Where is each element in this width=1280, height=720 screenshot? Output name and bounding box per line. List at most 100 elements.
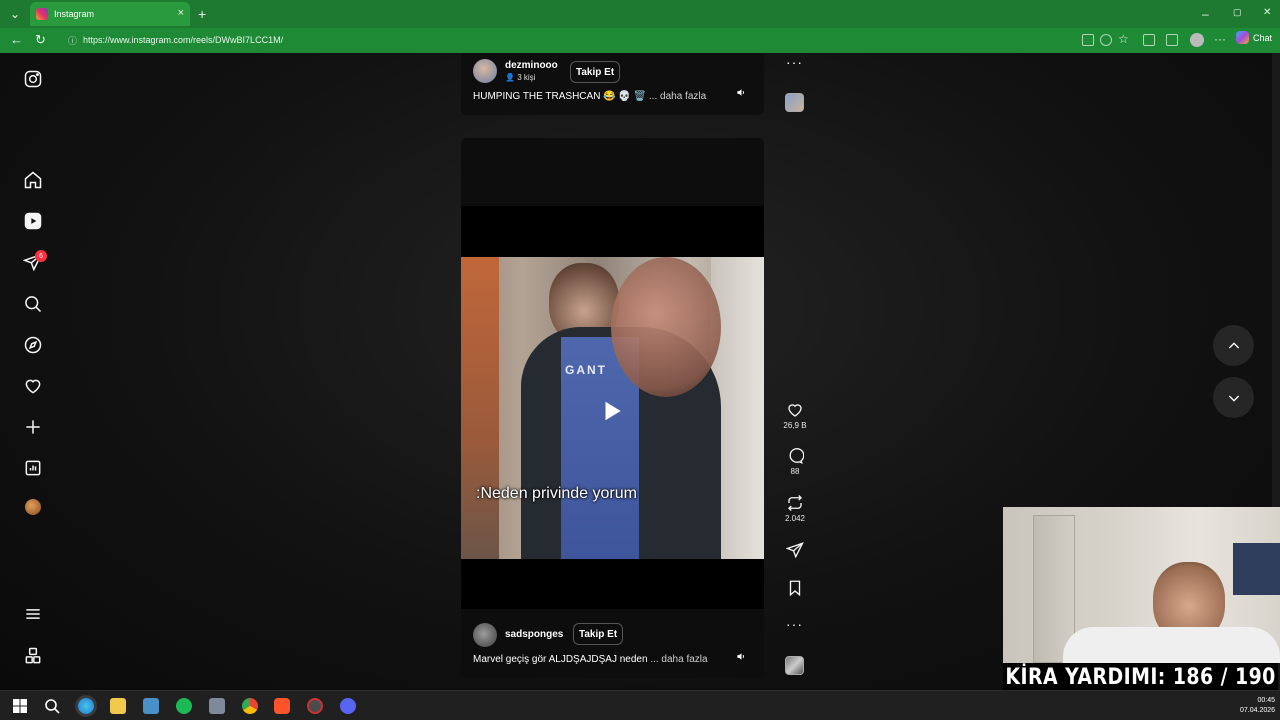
top-reel-audience-text: 3 kişi [517,73,536,82]
brave-icon[interactable] [274,698,290,714]
window-maximize-button[interactable]: ▢ [1233,8,1242,17]
like-count: 26,9 B [783,421,807,430]
reel-avatar[interactable] [473,623,497,647]
more-menu-icon[interactable] [22,603,44,625]
search-icon[interactable] [22,293,44,315]
edge-browser-icon[interactable] [78,698,94,714]
comment-icon [789,448,804,464]
share-button[interactable] [784,541,806,559]
clock-date: 07.04.2026 [1240,707,1276,714]
profile-avatar-icon[interactable] [22,496,44,518]
video-letterbox-bottom [461,559,764,609]
rent-support-counter: KİRA YARDIMI: 186 / 190 [1003,663,1279,691]
repost-button[interactable]: 2.042 [784,494,806,523]
browser-tab-bar [0,0,1280,28]
spotify-icon[interactable] [176,698,192,714]
instagram-logo-icon[interactable] [22,68,44,90]
taskbar-search-icon[interactable] [44,698,60,714]
chevron-down-icon [1228,395,1239,402]
tab-title: Instagram [54,9,95,19]
save-button[interactable] [784,579,806,597]
instagram-favicon-icon [36,8,48,20]
reels-icon[interactable] [22,210,44,232]
chat-label: Chat [1253,32,1273,43]
tab-list-chevron-icon[interactable]: ⌄ [10,8,20,20]
heart-icon [788,404,802,417]
also-from-meta-icon[interactable] [22,645,44,667]
cabinet-shape [461,257,499,559]
obs-icon[interactable] [307,698,323,714]
next-reel-button[interactable] [1213,377,1254,418]
poster-shape [1233,543,1280,595]
favorite-star-icon[interactable]: ☆ [1118,33,1129,45]
reel-more-options-icon[interactable]: ··· [786,616,803,632]
top-reel-caption-text: HUMPING THE TRASHCAN 😂 💀 🗑️ [473,91,647,102]
site-info-icon[interactable]: ⓘ [68,34,77,47]
window-minimize-button[interactable]: – [1202,8,1209,20]
comment-count: 88 [790,467,800,476]
top-reel-avatar[interactable] [473,59,497,83]
play-icon[interactable] [599,398,625,424]
person-icon: 👤 [505,73,515,82]
windows-start-icon[interactable] [12,698,28,714]
top-reel-more-options-icon[interactable]: ··· [786,54,803,70]
store-icon[interactable] [143,698,159,714]
like-button[interactable]: 26,9 B [783,401,807,430]
window-close-button[interactable]: ✕ [1263,8,1271,18]
new-tab-button[interactable]: + [198,7,206,21]
webcam-overlay [1003,507,1280,663]
video-subtitle: :Neden privinde yorum [476,485,637,502]
top-reel-volume-icon[interactable] [733,84,749,100]
extension-icon[interactable] [1143,34,1155,46]
bookmark-icon [789,580,801,597]
browser-menu-icon[interactable]: ··· [1214,33,1226,45]
calculator-icon[interactable] [209,698,225,714]
url-field[interactable]: ⓘ https://www.instagram.com/reels/DWwBI7… [58,31,1098,49]
top-reel-more-link[interactable]: ... daha fazla [649,91,706,102]
reel-more-link[interactable]: ... daha fazla [650,654,707,665]
reel-follow-button[interactable]: Takip Et [573,623,624,645]
shirt-logo: GANT [565,363,607,377]
repost-icon [788,495,802,511]
instagram-sidebar [0,53,66,690]
windows-taskbar [0,690,1280,720]
notifications-heart-icon[interactable] [22,375,44,397]
discord-icon[interactable] [340,698,356,714]
reel-volume-icon[interactable] [733,648,749,664]
reel-audio-thumbnail[interactable] [785,656,804,675]
top-reel-audio-thumbnail[interactable] [785,93,804,112]
chevron-up-icon [1228,341,1239,348]
app-available-icon[interactable] [1082,34,1094,46]
top-reel-username[interactable]: dezminooo [505,60,558,71]
comment-button[interactable]: 88 [784,447,806,476]
home-icon[interactable] [22,169,44,191]
send-icon [786,542,804,559]
file-explorer-icon[interactable] [110,698,126,714]
copilot-chat-button[interactable]: Chat [1236,31,1272,44]
reel-caption-text: Marvel geçiş gör ALJDŞAJDŞAJ neden [473,654,648,665]
system-clock[interactable]: 00:45 07.04.2026 [1240,696,1275,716]
repost-count: 2.042 [784,514,806,523]
video-letterbox-top [461,206,764,257]
tab-close-icon[interactable]: × [178,7,184,19]
reel-card-previous: dezminooo 👤 3 kişi Takip Et HUMPING THE … [461,53,764,115]
messages-notification-badge: 6 [35,250,47,262]
browser-tab-instagram[interactable]: Instagram × [30,2,190,26]
blurred-fist-shape [611,257,721,397]
explore-icon[interactable] [22,334,44,356]
create-plus-icon[interactable] [22,416,44,438]
favorites-list-icon[interactable] [1166,34,1178,46]
reel-caption: Marvel geçiş gör ALJDŞAJDŞAJ neden ... d… [473,654,708,665]
profile-avatar[interactable] [1190,33,1204,47]
refresh-icon[interactable]: ↻ [35,33,46,46]
top-reel-follow-button[interactable]: Takip Et [570,61,621,83]
reel-card-current: GANT :Neden privinde yorum sadsponges Ta… [461,138,764,678]
reel-username[interactable]: sadsponges [505,629,563,640]
chrome-icon[interactable] [242,698,258,714]
zoom-icon[interactable] [1100,34,1112,46]
copilot-icon [1236,31,1249,44]
previous-reel-button[interactable] [1213,325,1254,366]
top-reel-caption: HUMPING THE TRASHCAN 😂 💀 🗑️ ... daha faz… [473,91,706,102]
dashboard-icon[interactable] [22,457,44,479]
back-arrow-icon[interactable]: ← [10,33,23,46]
